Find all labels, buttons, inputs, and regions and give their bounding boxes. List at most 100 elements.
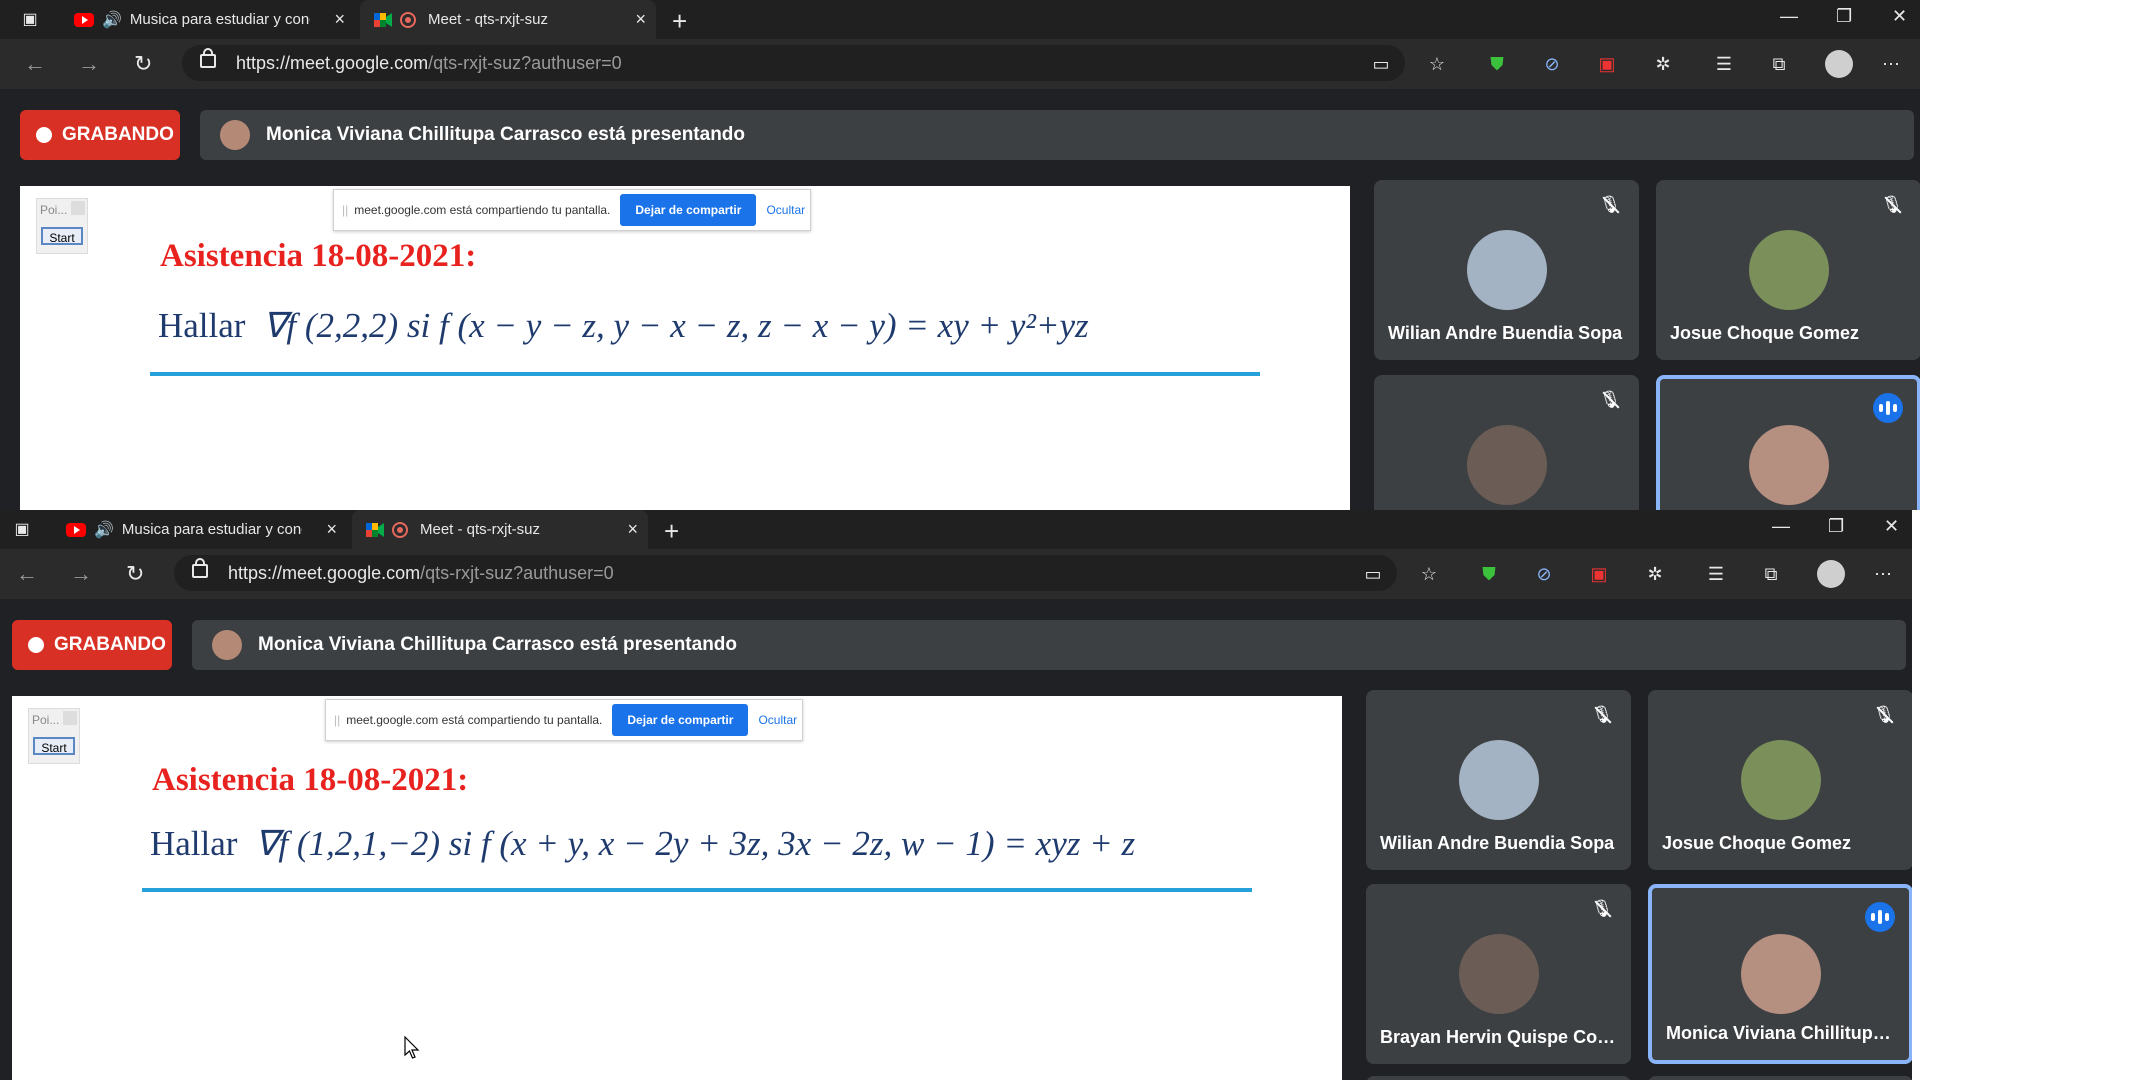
participant-name: Brayan Hervin Quispe Cos...: [1380, 1027, 1621, 1047]
participant-tile-speaking[interactable]: Monica Viviana Chillitupa ...: [1648, 884, 1912, 1064]
participant-tile[interactable]: 🎙 Wilian Andre Buendia Sopa: [1374, 180, 1639, 360]
widget-close-icon[interactable]: [71, 201, 85, 215]
forward-icon[interactable]: →: [70, 561, 92, 587]
hide-button[interactable]: Ocultar: [766, 203, 805, 217]
close-window-button[interactable]: ✕: [1884, 516, 1899, 537]
participant-tile[interactable]: [1366, 1076, 1631, 1080]
participant-tile[interactable]: 🎙 Josue Choque Gomez: [1656, 180, 1920, 360]
block-extension-icon[interactable]: ⊘: [1533, 563, 1555, 585]
widget-title: Poi...: [40, 203, 68, 217]
screen-share-bar: || meet.google.com está compartiendo tu …: [325, 699, 803, 741]
tab-meet[interactable]: Meet - qts-rxjt-suz ×: [352, 510, 648, 549]
address-bar[interactable]: https://meet.google.com/qts-rxjt-suz?aut…: [174, 555, 1397, 591]
presenter-avatar: [220, 120, 250, 150]
reload-icon[interactable]: ↻: [134, 51, 152, 77]
pointer-widget: Poi... Start: [28, 708, 80, 764]
url-text[interactable]: https://meet.google.com/qts-rxjt-suz?aut…: [236, 53, 622, 74]
close-icon[interactable]: ×: [627, 519, 638, 540]
tab-music[interactable]: 🔊 Musica para estudiar y concentrarse ×: [60, 0, 355, 39]
youtube-icon: [74, 12, 94, 27]
tab-strip: ▣ 🔊 Musica para estudiar y concentrarse …: [0, 0, 1920, 39]
close-icon[interactable]: ×: [635, 9, 646, 30]
favorites-icon[interactable]: ☰: [1713, 53, 1735, 75]
tab-actions-icon[interactable]: ▣: [20, 10, 40, 30]
block-extension-icon[interactable]: ⊘: [1541, 53, 1563, 75]
extensions-icon[interactable]: ✲: [1644, 563, 1666, 585]
favorites-icon[interactable]: ☰: [1705, 563, 1727, 585]
drag-handle-icon[interactable]: ||: [342, 203, 348, 217]
tab-actions-icon[interactable]: ▣: [12, 520, 32, 540]
url-text[interactable]: https://meet.google.com/qts-rxjt-suz?aut…: [228, 563, 614, 584]
participant-tile[interactable]: 🎙 Josue Choque Gomez: [1648, 690, 1912, 870]
more-menu-icon[interactable]: ⋯: [1872, 563, 1894, 585]
participant-tile-speaking[interactable]: [1656, 375, 1920, 510]
start-button[interactable]: Start: [33, 737, 75, 755]
profile-avatar[interactable]: [1825, 50, 1853, 78]
hide-button[interactable]: Ocultar: [758, 713, 797, 727]
new-tab-button[interactable]: +: [672, 6, 687, 37]
more-menu-icon[interactable]: ⋯: [1880, 53, 1902, 75]
drag-handle-icon[interactable]: ||: [334, 713, 340, 727]
mic-off-icon: 🎙: [1591, 705, 1613, 724]
participant-tile[interactable]: 🎙 Wilian Andre Buendia Sopa: [1366, 690, 1631, 870]
camera-icon[interactable]: ▭: [1362, 563, 1384, 585]
calendar-extension-icon[interactable]: ▣: [1588, 563, 1610, 585]
collections-icon[interactable]: ⧉: [1760, 563, 1782, 585]
participant-tile[interactable]: 🎙: [1374, 375, 1639, 510]
url-path: /qts-rxjt-suz?authuser=0: [428, 53, 622, 73]
back-icon[interactable]: ←: [24, 51, 46, 77]
forward-icon[interactable]: →: [78, 51, 100, 77]
tab-title: Musica para estudiar y concentrarse: [129, 11, 310, 28]
camera-icon[interactable]: ▭: [1370, 53, 1392, 75]
add-favorite-icon[interactable]: ☆: [1426, 53, 1448, 75]
participant-avatar: [1740, 740, 1821, 820]
restore-button[interactable]: ❐: [1828, 516, 1844, 537]
lock-icon[interactable]: [192, 558, 208, 578]
extensions-icon[interactable]: ✲: [1652, 53, 1674, 75]
record-dot-icon: [28, 637, 44, 653]
add-favorite-icon[interactable]: ☆: [1418, 563, 1440, 585]
tab-meet[interactable]: Meet - qts-rxjt-suz ×: [360, 0, 656, 39]
minimize-button[interactable]: —: [1780, 6, 1798, 27]
start-button[interactable]: Start: [41, 227, 83, 245]
speaker-icon[interactable]: 🔊: [94, 520, 114, 540]
recording-label: GRABANDO: [62, 124, 174, 145]
tab-music[interactable]: 🔊 Musica para estudiar y concentrarse ×: [52, 510, 347, 549]
shared-screen: Poi... Start || meet.google.com está com…: [20, 186, 1350, 510]
calendar-extension-icon[interactable]: ▣: [1596, 53, 1618, 75]
back-icon[interactable]: ←: [16, 561, 38, 587]
shield-extension-icon[interactable]: ⛊: [1486, 53, 1508, 75]
widget-close-icon[interactable]: [63, 711, 77, 725]
address-bar[interactable]: https://meet.google.com/qts-rxjt-suz?aut…: [182, 45, 1405, 81]
participant-name: Wilian Andre Buendia Sopa: [1380, 833, 1615, 853]
recording-badge[interactable]: GRABANDO: [12, 620, 172, 670]
close-icon[interactable]: ×: [334, 9, 345, 30]
participant-tile[interactable]: 🎙 Brayan Hervin Quispe Cos...: [1366, 884, 1631, 1064]
reload-icon[interactable]: ↻: [126, 561, 144, 587]
minimize-button[interactable]: —: [1772, 516, 1790, 537]
equation-text: ∇f (2,2,2) si f (x − y − z, y − x − z, z…: [262, 306, 1089, 345]
presenting-bar: Monica Viviana Chillitupa Carrasco está …: [200, 110, 1914, 160]
new-tab-button[interactable]: +: [664, 516, 679, 547]
slide-equation: Hallar ∇f (1,2,1,−2) si f (x + y, x − 2y…: [150, 824, 1135, 864]
profile-avatar[interactable]: [1817, 560, 1845, 588]
participant-avatar: [1740, 934, 1821, 1014]
stop-sharing-button[interactable]: Dejar de compartir: [612, 704, 749, 736]
speaker-icon[interactable]: 🔊: [102, 10, 122, 30]
recording-label: GRABANDO: [54, 634, 166, 655]
close-window-button[interactable]: ✕: [1892, 6, 1907, 27]
close-icon[interactable]: ×: [326, 519, 337, 540]
shared-screen: Poi... Start || meet.google.com está com…: [12, 696, 1342, 1080]
participant-avatar: [1748, 230, 1829, 310]
recording-badge[interactable]: GRABANDO: [20, 110, 180, 160]
tab-title: Meet - qts-rxjt-suz: [420, 521, 541, 538]
collections-icon[interactable]: ⧉: [1768, 53, 1790, 75]
shield-extension-icon[interactable]: ⛊: [1478, 563, 1500, 585]
participant-name: Monica Viviana Chillitupa ...: [1666, 1023, 1899, 1043]
restore-button[interactable]: ❐: [1836, 6, 1852, 27]
meet-window-2: ▣ 🔊 Musica para estudiar y concentrarse …: [0, 510, 1912, 1080]
mic-off-icon: 🎙: [1881, 195, 1903, 214]
stop-sharing-button[interactable]: Dejar de compartir: [620, 194, 757, 226]
participant-tile[interactable]: [1648, 1076, 1912, 1080]
lock-icon[interactable]: [200, 48, 216, 68]
